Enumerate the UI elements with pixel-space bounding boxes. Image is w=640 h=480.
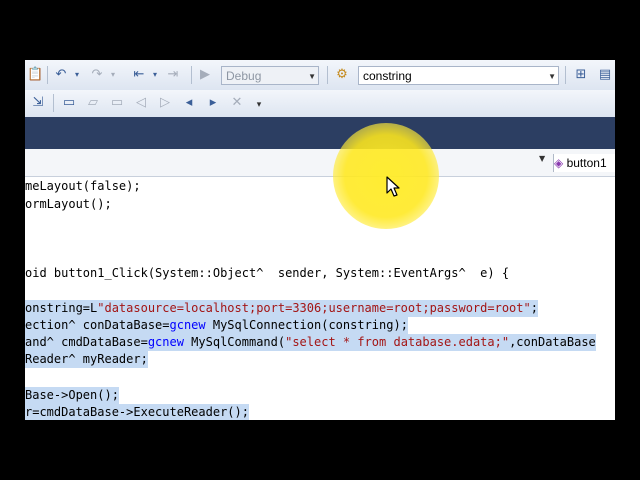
find-in-files-icon[interactable]: ⚙ — [334, 67, 350, 83]
document-tab-well — [25, 117, 615, 149]
selected-code-line: Base->Open(); — [25, 387, 119, 404]
selected-code-line: Reader^ myReader; — [25, 351, 148, 368]
indent-icon[interactable]: ⇲ — [30, 95, 46, 111]
start-debugging-icon[interactable]: ▶ — [197, 67, 213, 83]
toggle-bookmark-icon[interactable]: ▭ — [109, 95, 125, 111]
properties-icon[interactable]: ▤ — [597, 67, 613, 83]
chevron-down-icon: ▼ — [548, 72, 556, 81]
clear-bookmarks-icon[interactable]: ✕ — [229, 95, 245, 111]
uncomment-icon[interactable]: ▱ — [85, 95, 101, 111]
member-dropdown[interactable]: ◈ button1 — [553, 154, 615, 172]
navigate-backward-icon[interactable]: ⇤ — [131, 67, 147, 83]
undo-dropdown-icon[interactable]: ▾ — [69, 67, 85, 83]
comment-out-icon[interactable]: ▭ — [61, 95, 77, 111]
undo-icon[interactable]: ↶ — [53, 67, 69, 83]
selected-code-line: r=cmdDataBase->ExecuteReader(); — [25, 404, 249, 420]
solution-configuration-value: Debug — [226, 69, 262, 83]
paste-icon[interactable]: 📋 — [27, 67, 43, 83]
code-line: meLayout(false); — [25, 179, 141, 193]
previous-bookmark-folder-icon[interactable]: ◂ — [181, 95, 197, 111]
chevron-down-icon: ▼ — [308, 72, 316, 81]
selected-code-line: onstring=L"datasource=localhost;port=330… — [25, 300, 538, 317]
navigation-bar: ▼ ◈ button1 — [25, 149, 615, 177]
visual-studio-window: 📋 ↶ ▾ ↷ ▾ ⇤ ▾ ⇥ ▶ Debug ▼ ⚙ constring ▼ … — [25, 60, 615, 420]
toolbar-overflow-icon[interactable]: ▾ — [251, 97, 267, 113]
method-icon: ◈ — [554, 156, 564, 170]
member-dropdown-value: button1 — [566, 156, 607, 170]
chevron-down-icon[interactable]: ▼ — [539, 154, 545, 163]
navigate-forward-icon[interactable]: ⇥ — [165, 67, 181, 83]
selected-code-line: ection^ conDataBase=gcnew MySqlConnectio… — [25, 317, 408, 334]
redo-icon[interactable]: ↷ — [89, 67, 105, 83]
selected-code-line: and^ cmdDataBase=gcnew MySqlCommand("sel… — [25, 334, 596, 351]
text-editor-toolbar: ⇲ ▭ ▱ ▭ ◁ ▷ ◂ ▸ ✕ ▾ — [25, 90, 615, 118]
previous-bookmark-icon[interactable]: ◁ — [133, 95, 149, 111]
find-combo-value: constring — [363, 69, 412, 83]
standard-toolbar: 📋 ↶ ▾ ↷ ▾ ⇤ ▾ ⇥ ▶ Debug ▼ ⚙ constring ▼ … — [25, 60, 615, 91]
solution-configuration-combo[interactable]: Debug ▼ — [221, 66, 319, 85]
navigate-dropdown-icon[interactable]: ▾ — [147, 67, 163, 83]
next-bookmark-icon[interactable]: ▷ — [157, 95, 173, 111]
next-bookmark-folder-icon[interactable]: ▸ — [205, 95, 221, 111]
code-editor[interactable]: meLayout(false); ormLayout(); oid button… — [25, 177, 615, 420]
code-line: ormLayout(); — [25, 197, 112, 211]
redo-dropdown-icon[interactable]: ▾ — [105, 67, 121, 83]
find-combo[interactable]: constring ▼ — [358, 66, 559, 85]
code-line: oid button1_Click(System::Object^ sender… — [25, 266, 510, 280]
solution-explorer-icon[interactable]: ⊞ — [573, 67, 589, 83]
